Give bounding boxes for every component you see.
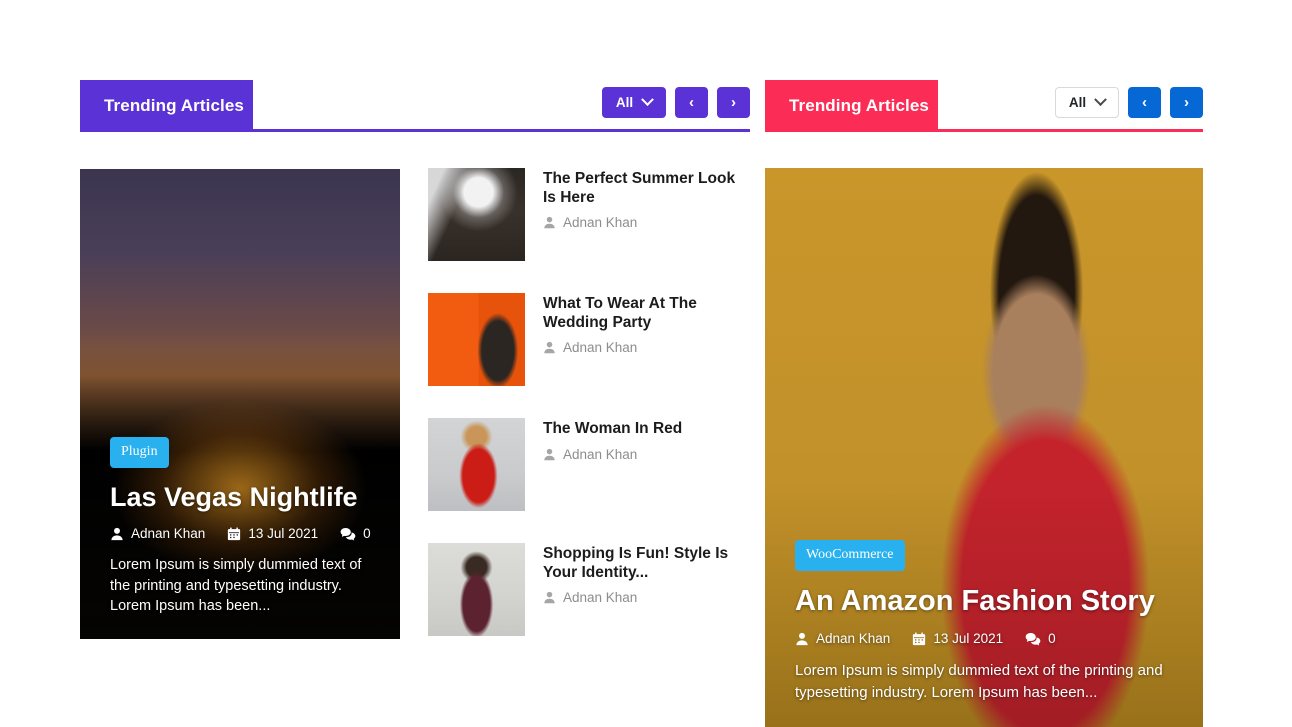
article-text: Shopping Is Fun! Style Is Your Identity.…: [543, 543, 748, 605]
user-icon: [111, 527, 123, 540]
featured-article-excerpt: Lorem Ipsum is simply dummied text of th…: [110, 557, 362, 615]
featured-article-body: WooCommerce An Amazon Fashion Story Adna…: [765, 540, 1203, 727]
article-title[interactable]: The Woman In Red: [543, 420, 682, 439]
featured-article-body: Plugin Las Vegas Nightlife Adnan Khan 13…: [80, 437, 400, 639]
list-item[interactable]: Shopping Is Fun! Style Is Your Identity.…: [428, 543, 750, 636]
featured-article-card[interactable]: WooCommerce An Amazon Fashion Story Adna…: [765, 168, 1203, 727]
article-title[interactable]: The Perfect Summer Look Is Here: [543, 170, 748, 207]
meta-author: Adnan Khan: [110, 526, 205, 541]
featured-article-title[interactable]: An Amazon Fashion Story: [795, 585, 1173, 618]
widget-title-block: Trending Articles: [765, 80, 938, 132]
article-thumbnail[interactable]: [428, 418, 525, 511]
category-badge[interactable]: WooCommerce: [795, 540, 905, 572]
comment-icon: [1025, 632, 1041, 646]
meta-author: Adnan Khan: [795, 631, 890, 646]
meta-author-name: Adnan Khan: [816, 631, 891, 647]
article-text: What To Wear At The Wedding Party Adnan …: [543, 293, 748, 355]
calendar-icon: [913, 632, 926, 646]
meta-comments: 0: [1025, 631, 1056, 646]
chevron-right-icon: ›: [1184, 94, 1189, 111]
category-filter-select[interactable]: All: [602, 87, 666, 118]
article-author: Adnan Khan: [543, 447, 682, 462]
article-title[interactable]: What To Wear At The Wedding Party: [543, 295, 748, 332]
widget-header: Trending Articles All ‹ ›: [765, 80, 1203, 132]
meta-comment-count: 0: [363, 526, 371, 542]
category-filter-value: All: [1068, 95, 1087, 110]
page-root: Trending Articles All ‹ › Plugin Las Veg…: [0, 0, 1292, 727]
article-thumbnail[interactable]: [428, 293, 525, 386]
chevron-right-icon: ›: [731, 94, 736, 111]
header-underline: [765, 129, 1203, 132]
chevron-down-icon: [641, 93, 654, 107]
comment-icon: [340, 527, 356, 541]
next-button[interactable]: ›: [1170, 87, 1203, 118]
header-underline: [80, 129, 750, 132]
featured-article-meta: Adnan Khan 13 Jul 2021 0: [110, 526, 371, 541]
chevron-down-icon: [1094, 93, 1107, 107]
list-item[interactable]: The Woman In Red Adnan Khan: [428, 418, 750, 511]
article-text: The Perfect Summer Look Is Here Adnan Kh…: [543, 168, 748, 230]
widget-header: Trending Articles All ‹ ›: [80, 80, 750, 132]
article-thumbnail[interactable]: [428, 168, 525, 261]
user-icon: [544, 342, 555, 354]
widget-title: Trending Articles: [789, 96, 929, 115]
featured-article-excerpt: Lorem Ipsum is simply dummied text of th…: [795, 662, 1163, 701]
featured-article-meta: Adnan Khan 13 Jul 2021 0: [795, 631, 1173, 646]
user-icon: [544, 448, 555, 460]
user-icon: [544, 592, 555, 604]
article-author-name: Adnan Khan: [563, 446, 638, 462]
article-author-name: Adnan Khan: [563, 340, 638, 356]
article-author: Adnan Khan: [543, 340, 748, 355]
list-item[interactable]: The Perfect Summer Look Is Here Adnan Kh…: [428, 168, 750, 261]
list-item[interactable]: What To Wear At The Wedding Party Adnan …: [428, 293, 750, 386]
prev-button[interactable]: ‹: [675, 87, 708, 118]
category-badge[interactable]: Plugin: [110, 437, 169, 469]
article-author: Adnan Khan: [543, 215, 748, 230]
calendar-icon: [228, 527, 241, 540]
article-author-name: Adnan Khan: [563, 590, 638, 606]
article-list: The Perfect Summer Look Is Here Adnan Kh…: [428, 168, 750, 636]
meta-date-value: 13 Jul 2021: [248, 526, 319, 542]
widget-controls: All ‹ ›: [602, 87, 750, 118]
featured-article-card[interactable]: Plugin Las Vegas Nightlife Adnan Khan 13…: [80, 169, 400, 639]
article-author-name: Adnan Khan: [563, 215, 638, 231]
category-filter-select[interactable]: All: [1055, 87, 1119, 118]
chevron-left-icon: ‹: [1142, 94, 1147, 111]
featured-article-title[interactable]: Las Vegas Nightlife: [110, 482, 370, 513]
user-icon: [544, 217, 555, 229]
meta-date: 13 Jul 2021: [227, 526, 318, 541]
meta-author-name: Adnan Khan: [131, 526, 206, 542]
widget-title: Trending Articles: [104, 96, 244, 115]
article-thumbnail[interactable]: [428, 543, 525, 636]
widget-controls: All ‹ ›: [1055, 87, 1203, 118]
meta-date: 13 Jul 2021: [912, 631, 1003, 646]
article-author: Adnan Khan: [543, 590, 748, 605]
widget-trending-articles-pink: Trending Articles All ‹ › WooCommerce An…: [765, 80, 1203, 727]
meta-date-value: 13 Jul 2021: [933, 631, 1004, 647]
meta-comments: 0: [340, 526, 371, 541]
user-icon: [796, 632, 808, 646]
next-button[interactable]: ›: [717, 87, 750, 118]
widget-trending-articles-purple: Trending Articles All ‹ › Plugin Las Veg…: [80, 80, 750, 639]
article-title[interactable]: Shopping Is Fun! Style Is Your Identity.…: [543, 545, 748, 582]
article-text: The Woman In Red Adnan Khan: [543, 418, 682, 462]
category-filter-value: All: [615, 95, 634, 110]
meta-comment-count: 0: [1048, 631, 1056, 647]
widget-title-block: Trending Articles: [80, 80, 253, 132]
chevron-left-icon: ‹: [689, 94, 694, 111]
prev-button[interactable]: ‹: [1128, 87, 1161, 118]
